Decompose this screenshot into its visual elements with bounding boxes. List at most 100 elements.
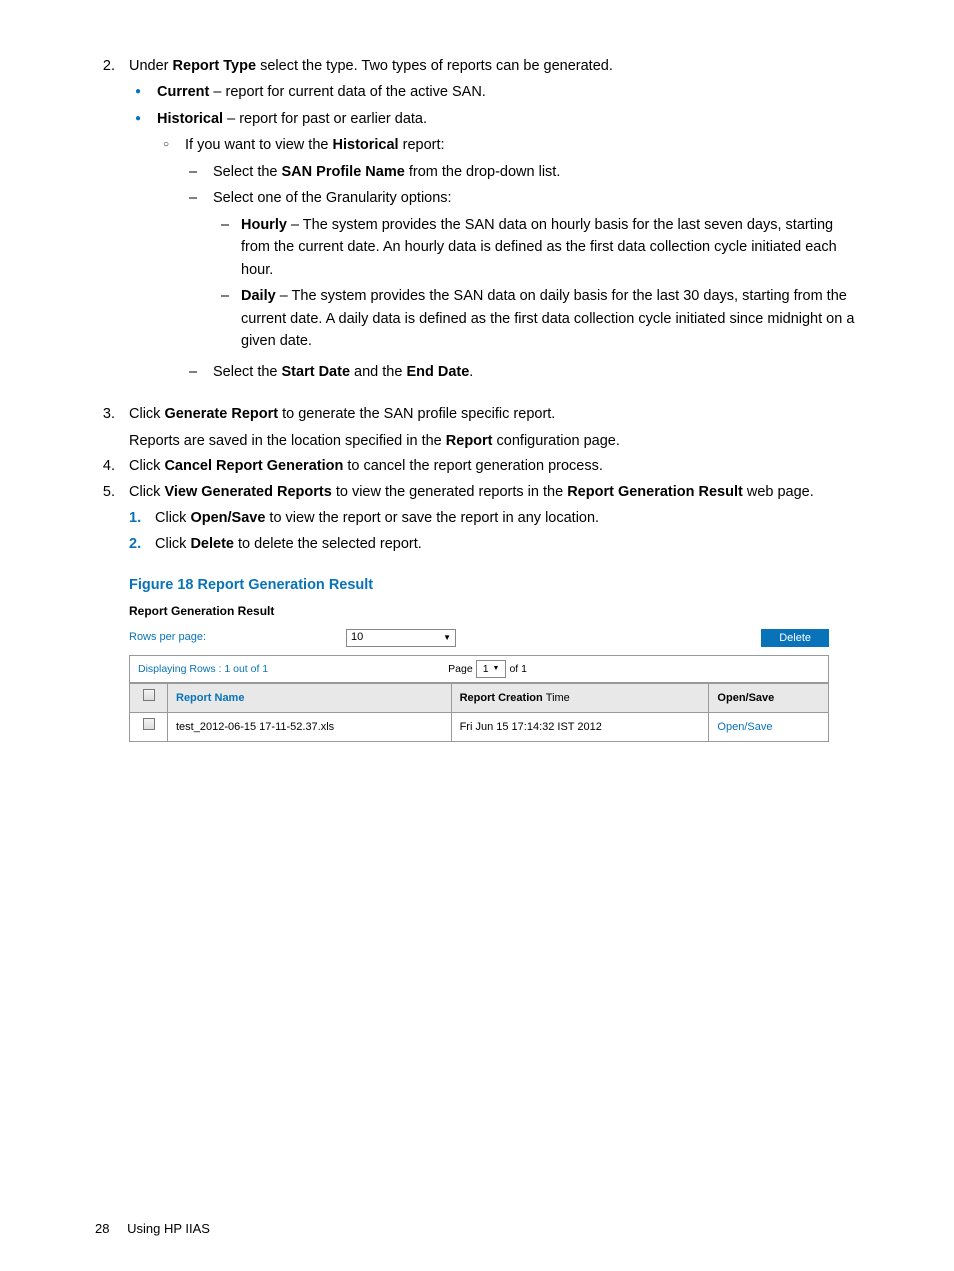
pagination-bar: Displaying Rows : 1 out of 1 Page 1 ▼ of… bbox=[129, 655, 829, 683]
sub-num: 1. bbox=[129, 507, 155, 529]
page-dropdown[interactable]: 1 ▼ bbox=[476, 660, 507, 678]
page-number: 28 bbox=[95, 1221, 109, 1236]
section-title: Using HP IIAS bbox=[127, 1221, 210, 1236]
select-value: 10 bbox=[351, 629, 363, 646]
embedded-screenshot: Report Generation Result Rows per page: … bbox=[129, 602, 829, 742]
checkbox-icon bbox=[143, 689, 155, 701]
bold: Historical bbox=[157, 111, 223, 127]
text: report: bbox=[399, 137, 445, 153]
col-creation-time[interactable]: Report Creation Time bbox=[451, 684, 709, 713]
open-save-link[interactable]: Open/Save bbox=[709, 713, 829, 742]
controls-row: Rows per page: 10 ▼ Delete bbox=[129, 629, 829, 647]
instruction-list: 2. Under Report Type select the type. Tw… bbox=[95, 55, 864, 560]
bold: Cancel Report Generation bbox=[164, 458, 343, 474]
bold: Current bbox=[157, 84, 209, 100]
page-selector: Page 1 ▼ of 1 bbox=[448, 660, 527, 678]
text: Click bbox=[155, 536, 190, 552]
sub-list: ○ If you want to view the Historical rep… bbox=[157, 134, 864, 387]
step-3: 3. Click Generate Report to generate the… bbox=[95, 403, 864, 452]
text: Under bbox=[129, 58, 173, 74]
dash-icon: – bbox=[185, 161, 209, 183]
text: configuration page. bbox=[493, 433, 620, 449]
dash-icon: – bbox=[213, 285, 237, 352]
text: Reports are saved in the location specif… bbox=[129, 433, 446, 449]
step-5: 5. Click View Generated Reports to view … bbox=[95, 481, 864, 560]
sub-step: 1. Click Open/Save to view the report or… bbox=[129, 507, 864, 529]
text: Select the bbox=[213, 364, 282, 380]
table-header-row: Report Name Report Creation Time Open/Sa… bbox=[130, 684, 829, 713]
text: – report for current data of the active … bbox=[209, 84, 485, 100]
bullet-icon: ● bbox=[129, 81, 153, 103]
text: to view the generated reports in the bbox=[332, 484, 567, 500]
text: . bbox=[469, 364, 473, 380]
col-report-name[interactable]: Report Name bbox=[168, 684, 452, 713]
delete-button[interactable]: Delete bbox=[761, 629, 829, 647]
bold: End Date bbox=[406, 364, 469, 380]
text: Click bbox=[155, 510, 190, 526]
sub-steps: 1. Click Open/Save to view the report or… bbox=[129, 507, 864, 556]
text: Select one of the Granularity options: bbox=[213, 190, 452, 206]
bold: View Generated Reports bbox=[164, 484, 331, 500]
table-row: test_2012-06-15 17-11-52.37.xls Fri Jun … bbox=[130, 713, 829, 742]
text: to generate the SAN profile specific rep… bbox=[278, 406, 555, 422]
panel-title: Report Generation Result bbox=[129, 602, 829, 621]
bold: Daily bbox=[241, 288, 276, 304]
text: Click bbox=[129, 406, 164, 422]
dash-icon: – bbox=[213, 214, 237, 281]
text: – report for past or earlier data. bbox=[223, 111, 427, 127]
checkbox-icon bbox=[143, 718, 155, 730]
bold: Report Type bbox=[173, 58, 257, 74]
text: Click bbox=[129, 484, 164, 500]
sub-num: 2. bbox=[129, 533, 155, 555]
list-item: ● Current – report for current data of t… bbox=[129, 81, 864, 103]
text: Select the bbox=[213, 164, 282, 180]
bold: Historical bbox=[333, 137, 399, 153]
list-item: – Select one of the Granularity options:… bbox=[185, 187, 864, 356]
bullet-list: ● Current – report for current data of t… bbox=[129, 81, 864, 391]
page-footer: 28 Using HP IIAS bbox=[95, 1219, 210, 1239]
text: If you want to view the bbox=[185, 137, 333, 153]
text: Click bbox=[129, 458, 164, 474]
list-item: – Select the SAN Profile Name from the d… bbox=[185, 161, 864, 183]
bold: Open/Save bbox=[190, 510, 265, 526]
list-item: – Select the Start Date and the End Date… bbox=[185, 361, 864, 383]
text: and the bbox=[350, 364, 406, 380]
select-all-header[interactable] bbox=[130, 684, 168, 713]
col-open-save: Open/Save bbox=[709, 684, 829, 713]
page-value: 1 bbox=[483, 661, 489, 677]
step-num: 3. bbox=[95, 403, 129, 452]
rows-per-page-label: Rows per page: bbox=[129, 629, 206, 646]
text: to view the report or save the report in… bbox=[265, 510, 599, 526]
text: – The system provides the SAN data on ho… bbox=[241, 217, 837, 278]
chevron-down-icon: ▼ bbox=[443, 632, 451, 644]
list-item: ○ If you want to view the Historical rep… bbox=[157, 134, 864, 387]
bold: SAN Profile Name bbox=[282, 164, 405, 180]
step-num: 4. bbox=[95, 455, 129, 477]
circle-icon: ○ bbox=[157, 134, 181, 387]
text: to cancel the report generation process. bbox=[343, 458, 603, 474]
rows-per-page-select[interactable]: 10 ▼ bbox=[346, 629, 456, 647]
text: select the type. Two types of reports ca… bbox=[256, 58, 613, 74]
page-of-label: of 1 bbox=[509, 661, 527, 677]
bullet-icon: ● bbox=[129, 108, 153, 391]
bold: Start Date bbox=[282, 364, 351, 380]
cell-report-name: test_2012-06-15 17-11-52.37.xls bbox=[168, 713, 452, 742]
dash-list: – Select the SAN Profile Name from the d… bbox=[185, 161, 864, 383]
cell-creation-time: Fri Jun 15 17:14:32 IST 2012 bbox=[451, 713, 709, 742]
row-count-label: Displaying Rows : 1 out of 1 bbox=[138, 661, 268, 677]
dash-list-nested: – Hourly – The system provides the SAN d… bbox=[213, 214, 864, 353]
bold: Report Generation Result bbox=[567, 484, 743, 500]
text: web page. bbox=[743, 484, 814, 500]
step-4: 4. Click Cancel Report Generation to can… bbox=[95, 455, 864, 477]
list-item: – Hourly – The system provides the SAN d… bbox=[213, 214, 864, 281]
page-label: Page bbox=[448, 661, 473, 677]
bold: Delete bbox=[190, 536, 234, 552]
row-checkbox-cell[interactable] bbox=[130, 713, 168, 742]
bold: Report bbox=[446, 433, 493, 449]
bold: Generate Report bbox=[164, 406, 278, 422]
step-num: 2. bbox=[95, 55, 129, 395]
dash-icon: – bbox=[185, 187, 209, 356]
dash-icon: – bbox=[185, 361, 209, 383]
sub-step: 2. Click Delete to delete the selected r… bbox=[129, 533, 864, 555]
figure-caption: Figure 18 Report Generation Result bbox=[129, 574, 864, 596]
